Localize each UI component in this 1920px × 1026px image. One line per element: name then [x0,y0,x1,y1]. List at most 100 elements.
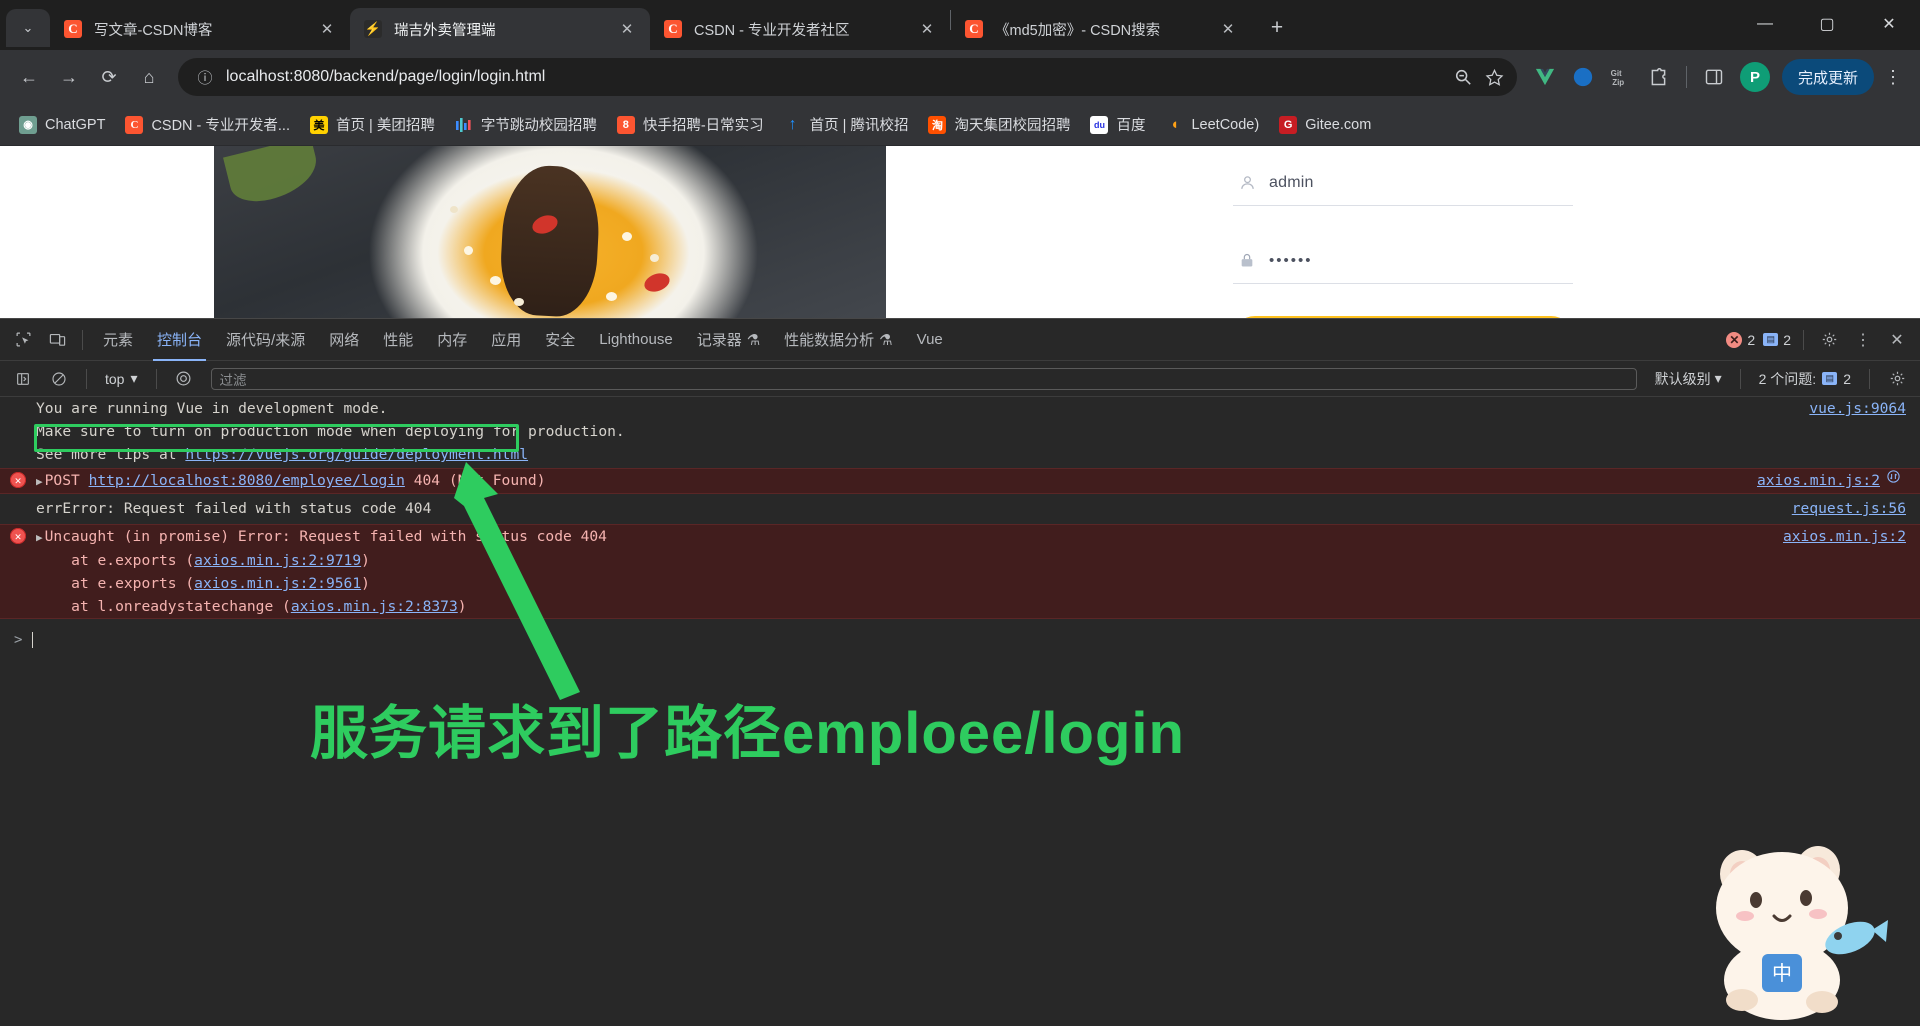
expand-triangle-icon[interactable]: ▶ [36,475,43,488]
console-prompt[interactable]: > [0,627,1920,653]
forward-button[interactable]: → [50,58,88,96]
gitzip-icon[interactable]: Git Zip [1603,59,1639,95]
tab-label: 源代码/来源 [226,332,306,349]
stack-link-1[interactable]: axios.min.js:2:9719 [194,552,361,569]
inspect-element-icon[interactable] [6,325,40,355]
login-submit-button[interactable] [1233,316,1573,318]
devtools-tab-performance-insights[interactable]: 性能数据分析 ⚗ [772,319,904,361]
console-output[interactable]: You are running Vue in development mode.… [0,397,1920,1026]
window-minimize-button[interactable]: — [1734,0,1796,48]
kebab-menu-icon[interactable]: ⋮ [1876,59,1910,95]
stack-link-2[interactable]: axios.min.js:2:9561 [194,575,361,592]
finish-update-button[interactable]: 完成更新 [1781,59,1874,95]
devtools-tab-sources[interactable]: 源代码/来源 [214,319,317,361]
tab-search-button[interactable]: ⌄ [6,9,50,47]
browser-tab-1[interactable]: ⚡ 瑞吉外卖管理端 ✕ [350,8,650,50]
tab-close-button[interactable]: ✕ [914,16,940,42]
tab-close-button[interactable]: ✕ [314,16,340,42]
browser-tab-0[interactable]: C 写文章-CSDN博客 ✕ [50,8,350,50]
bookmark-taobao[interactable]: 淘 淘天集团校园招聘 [919,110,1079,140]
log-level-selector[interactable]: 默认级别 ▾ [1647,369,1730,389]
bookmark-leetcode[interactable]: ◖ LeetCode) [1156,110,1268,140]
tab-close-button[interactable]: ✕ [614,16,640,42]
chatgpt-icon: ◉ [19,115,37,134]
bookmark-tencent[interactable]: ↑ 首页 | 腾讯校招 [775,110,918,140]
execution-context-selector[interactable]: top ▾ [97,370,146,387]
bookmark-meituan[interactable]: 美 首页 | 美团招聘 [301,110,444,140]
console-toolbar-divider [1739,368,1741,389]
close-icon[interactable]: ✕ [1880,325,1914,355]
annotation-caption: 服务请求到了路径emploee/login [310,701,1185,766]
stack-suffix-1: ) [361,552,370,569]
tab-label: Lighthouse [599,331,673,348]
window-close-button[interactable]: ✕ [1858,0,1920,48]
issues-summary[interactable]: 2 个问题: ▤ 2 [1751,369,1859,389]
bookmark-chatgpt[interactable]: ◉ ChatGPT [10,110,114,140]
star-icon[interactable] [1479,61,1511,93]
device-toolbar-icon[interactable] [40,325,74,355]
bookmark-gitee[interactable]: G Gitee.com [1270,110,1380,140]
gear-icon[interactable] [1812,325,1846,355]
network-request-icon[interactable] [1880,469,1906,484]
devtools-tab-application[interactable]: 应用 [479,319,533,361]
browser-tab-strip: ⌄ C 写文章-CSDN博客 ✕ ⚡ 瑞吉外卖管理端 ✕ C CSDN - 专业… [0,0,1920,50]
message-source-link[interactable]: axios.min.js:2 [1757,469,1880,492]
expand-triangle-icon[interactable]: ▶ [36,531,43,544]
request-url-link[interactable]: http://localhost:8080/employee/login [89,472,405,489]
error-count-badge[interactable]: ✕ 2 [1722,331,1759,348]
bookmark-csdn[interactable]: C CSDN - 专业开发者... [116,110,299,140]
csdn-icon: C [125,115,144,134]
username-field[interactable]: admin [1233,160,1573,206]
console-message-err-error[interactable]: errError: Request failed with status cod… [0,494,1920,520]
clear-console-icon[interactable] [42,364,76,394]
address-bar[interactable]: ⓘ localhost:8080/backend/page/login/logi… [178,58,1517,96]
devtools-tab-performance[interactable]: 性能 [371,319,425,361]
profile-avatar[interactable]: P [1739,62,1770,92]
browser-tab-2[interactable]: C CSDN - 专业开发者社区 ✕ [650,8,950,50]
error-icon: ✕ [1726,331,1743,348]
devtools-tab-vue[interactable]: Vue [905,319,955,361]
message-text: ▶ Uncaught (in promise) Error: Request fa… [36,525,1769,618]
devtools-tab-network[interactable]: 网络 [317,319,371,361]
info-circle-icon[interactable]: ⓘ [192,64,218,90]
message-count-badge[interactable]: ▤ 2 [1759,332,1795,348]
browser-tab-3[interactable]: C 《md5加密》- CSDN搜索 ✕ [951,8,1251,50]
bookmark-kuaishou[interactable]: 8 快手招聘-日常实习 [608,110,773,140]
taobao-icon: 淘 [928,115,947,134]
reload-button[interactable]: ⟳ [90,58,128,96]
devtools-tab-memory[interactable]: 内存 [425,319,479,361]
console-filter-input[interactable]: 过滤 [210,367,1637,390]
console-message-vue-info[interactable]: You are running Vue in development mode.… [0,397,1920,466]
console-message-uncaught-error[interactable]: ✕ ▶ Uncaught (in promise) Error: Request … [0,524,1920,619]
login-hero-image [214,146,886,318]
puzzle-icon[interactable] [1641,59,1677,95]
bookmark-baidu[interactable]: du 百度 [1081,110,1154,140]
devtools-tab-console[interactable]: 控制台 [145,319,214,361]
live-expression-icon[interactable] [167,364,201,394]
message-source-link[interactable]: vue.js:9064 [1809,397,1906,420]
vue-devtools-icon[interactable] [1527,59,1563,95]
octotree-icon[interactable] [1565,59,1601,95]
side-panel-icon[interactable] [1696,59,1732,95]
new-tab-button[interactable]: + [1259,10,1295,46]
password-field[interactable]: •••••• [1233,238,1573,284]
window-maximize-button[interactable]: ▢ [1796,0,1858,48]
tab-close-button[interactable]: ✕ [1215,16,1241,42]
bookmark-bytedance[interactable]: 字节跳动校园招聘 [446,110,606,140]
back-button[interactable]: ← [10,58,48,96]
message-source-link[interactable]: request.js:56 [1792,497,1906,520]
kebab-menu-icon[interactable]: ⋮ [1846,325,1880,355]
bookmark-label: 淘天集团校园招聘 [954,118,1071,134]
devtools-tab-recorder[interactable]: 记录器 ⚗ [685,319,772,361]
home-button[interactable]: ⌂ [130,58,168,96]
console-message-post-404[interactable]: ✕ ▶ POST http://localhost:8080/employee/l… [0,468,1920,494]
gear-icon[interactable] [1880,364,1914,394]
devtools-tab-elements[interactable]: 元素 [91,319,145,361]
error-icon: ✕ [10,528,26,544]
stack-prefix-2: at e.exports ( [36,575,195,592]
message-source-link[interactable]: axios.min.js:2 [1783,525,1906,548]
devtools-tab-security[interactable]: 安全 [533,319,587,361]
console-sidebar-icon[interactable] [6,364,40,394]
devtools-tab-lighthouse[interactable]: Lighthouse [587,319,684,361]
search-minus-icon[interactable] [1447,61,1479,93]
